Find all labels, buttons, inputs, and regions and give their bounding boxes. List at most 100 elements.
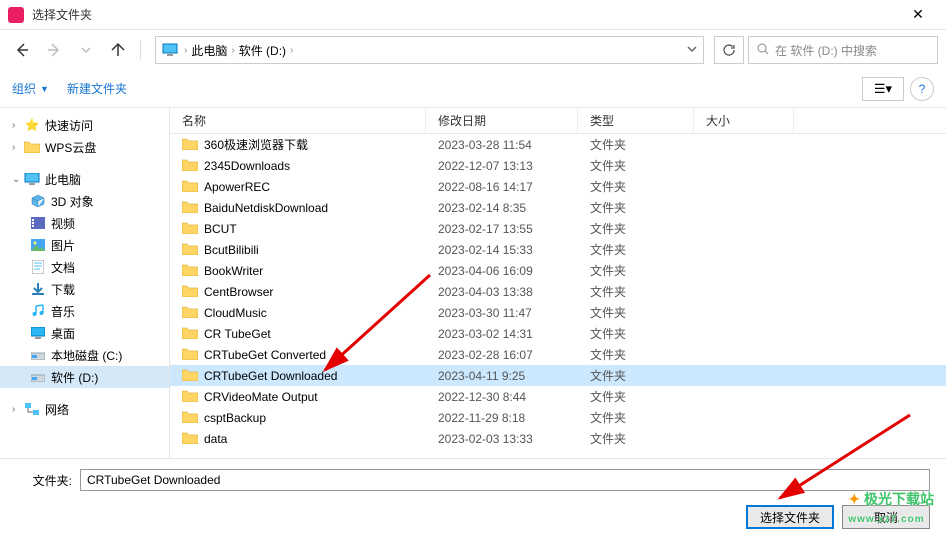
nav-bar: › 此电脑 › 软件 (D:) › 在 软件 (D:) 中搜索 [0, 30, 946, 70]
network-icon [24, 402, 40, 416]
file-type: 文件夹 [578, 262, 694, 279]
file-name: BCUT [204, 222, 237, 236]
file-row[interactable]: CR TubeGet2023-03-02 14:31文件夹 [170, 323, 946, 344]
sidebar-item-video[interactable]: 视频 [0, 212, 169, 234]
file-row[interactable]: CRVideoMate Output 2022-12-30 8:44文件夹 [170, 386, 946, 407]
sidebar-item-wps[interactable]: ›WPS云盘 [0, 136, 169, 158]
search-icon [757, 43, 769, 58]
sidebar-item-cdrive[interactable]: 本地磁盘 (C:) [0, 344, 169, 366]
file-row[interactable]: data2023-02-03 13:33文件夹 [170, 428, 946, 449]
file-name: CR TubeGet [204, 327, 271, 341]
file-row[interactable]: 360极速浏览器下载2023-03-28 11:54文件夹 [170, 134, 946, 155]
picture-icon [30, 238, 46, 252]
file-date: 2022-11-29 8:18 [426, 411, 578, 425]
file-name: 360极速浏览器下载 [204, 136, 308, 153]
file-row[interactable]: CRTubeGet Downloaded2023-04-11 9:25文件夹 [170, 365, 946, 386]
folder-input-row: 文件夹: [16, 469, 930, 491]
window-title: 选择文件夹 [32, 6, 898, 23]
app-icon [8, 7, 24, 23]
watermark: ✦ 极光下载站 www.xz7.com [848, 489, 934, 525]
address-bar[interactable]: › 此电脑 › 软件 (D:) › [155, 36, 704, 64]
up-button[interactable] [104, 36, 132, 64]
chevron-down-icon [687, 44, 697, 54]
file-row[interactable]: CRTubeGet Converted2023-02-28 16:07文件夹 [170, 344, 946, 365]
sidebar-item-pictures[interactable]: 图片 [0, 234, 169, 256]
file-name: data [204, 432, 227, 446]
search-placeholder: 在 软件 (D:) 中搜索 [775, 42, 877, 59]
file-row[interactable]: ApowerREC2022-08-16 14:17文件夹 [170, 176, 946, 197]
file-date: 2023-02-14 8:35 [426, 201, 578, 215]
folder-icon [182, 411, 198, 423]
file-name: CentBrowser [204, 285, 273, 299]
folder-input[interactable] [80, 469, 930, 491]
body-area: ›⭐快速访问 ›WPS云盘 ⌄此电脑 3D 对象 视频 图片 文档 下载 音乐 … [0, 108, 946, 458]
view-mode-button[interactable]: ☰▾ [862, 77, 904, 101]
file-row[interactable]: BCUT2023-02-17 13:55文件夹 [170, 218, 946, 239]
file-list[interactable]: 360极速浏览器下载2023-03-28 11:54文件夹2345Downloa… [170, 134, 946, 458]
file-row[interactable]: 2345Downloads2022-12-07 13:13文件夹 [170, 155, 946, 176]
file-row[interactable]: BcutBilibili2023-02-14 15:33文件夹 [170, 239, 946, 260]
folder-icon [182, 243, 198, 255]
file-date: 2023-02-14 15:33 [426, 243, 578, 257]
file-row[interactable]: BaiduNetdiskDownload2023-02-14 8:35文件夹 [170, 197, 946, 218]
drive-icon [30, 370, 46, 384]
file-date: 2022-12-30 8:44 [426, 390, 578, 404]
breadcrumb-item[interactable]: 软件 (D:) [235, 42, 290, 59]
file-type: 文件夹 [578, 388, 694, 405]
col-header-type[interactable]: 类型 [578, 108, 694, 133]
titlebar: 选择文件夹 ✕ [0, 0, 946, 30]
file-name: CRTubeGet Converted [204, 348, 326, 362]
file-type: 文件夹 [578, 304, 694, 321]
folder-icon [182, 306, 198, 318]
file-type: 文件夹 [578, 283, 694, 300]
arrow-up-icon [110, 42, 126, 58]
footer: 文件夹: 选择文件夹 取消 [0, 458, 946, 539]
organize-button[interactable]: 组织 [12, 80, 36, 97]
breadcrumb-item[interactable]: 此电脑 [187, 42, 231, 59]
sidebar-item-quick[interactable]: ›⭐快速访问 [0, 114, 169, 136]
help-icon: ? [919, 82, 926, 96]
refresh-icon [722, 43, 736, 57]
folder-icon [182, 264, 198, 276]
file-name: CRVideoMate Output [204, 390, 318, 404]
help-button[interactable]: ? [910, 77, 934, 101]
folder-icon [182, 159, 198, 171]
file-row[interactable]: BookWriter2023-04-06 16:09文件夹 [170, 260, 946, 281]
file-row[interactable]: CentBrowser2023-04-03 13:38文件夹 [170, 281, 946, 302]
dropdown-arrow[interactable]: ▼ [40, 84, 49, 94]
video-icon [30, 216, 46, 230]
sidebar-item-documents[interactable]: 文档 [0, 256, 169, 278]
file-row[interactable]: CloudMusic2023-03-30 11:47文件夹 [170, 302, 946, 323]
recent-dropdown[interactable] [72, 36, 100, 64]
col-header-date[interactable]: 修改日期 [426, 108, 578, 133]
close-button[interactable]: ✕ [898, 6, 938, 23]
sidebar-item-3d[interactable]: 3D 对象 [0, 190, 169, 212]
sidebar-item-music[interactable]: 音乐 [0, 300, 169, 322]
file-type: 文件夹 [578, 367, 694, 384]
sidebar-item-desktop[interactable]: 桌面 [0, 322, 169, 344]
sidebar-item-ddrive[interactable]: 软件 (D:) [0, 366, 169, 388]
file-name: BcutBilibili [204, 243, 259, 257]
file-type: 文件夹 [578, 409, 694, 426]
file-type: 文件夹 [578, 325, 694, 342]
sidebar-item-thispc[interactable]: ⌄此电脑 [0, 168, 169, 190]
refresh-button[interactable] [714, 36, 744, 64]
file-date: 2023-03-30 11:47 [426, 306, 578, 320]
new-folder-button[interactable]: 新建文件夹 [67, 80, 127, 97]
folder-icon [24, 140, 40, 154]
file-date: 2023-04-11 9:25 [426, 369, 578, 383]
file-name: BookWriter [204, 264, 263, 278]
sidebar-item-downloads[interactable]: 下载 [0, 278, 169, 300]
sidebar-item-network[interactable]: ›网络 [0, 398, 169, 420]
address-dropdown[interactable] [687, 43, 697, 57]
col-header-name[interactable]: 名称 [170, 108, 426, 133]
file-area: 名称 修改日期 类型 大小 360极速浏览器下载2023-03-28 11:54… [170, 108, 946, 458]
file-type: 文件夹 [578, 136, 694, 153]
back-button[interactable] [8, 36, 36, 64]
forward-button[interactable] [40, 36, 68, 64]
select-folder-button[interactable]: 选择文件夹 [746, 505, 834, 529]
folder-icon [182, 390, 198, 402]
search-input[interactable]: 在 软件 (D:) 中搜索 [748, 36, 938, 64]
col-header-size[interactable]: 大小 [694, 108, 794, 133]
file-row[interactable]: csptBackup2022-11-29 8:18文件夹 [170, 407, 946, 428]
